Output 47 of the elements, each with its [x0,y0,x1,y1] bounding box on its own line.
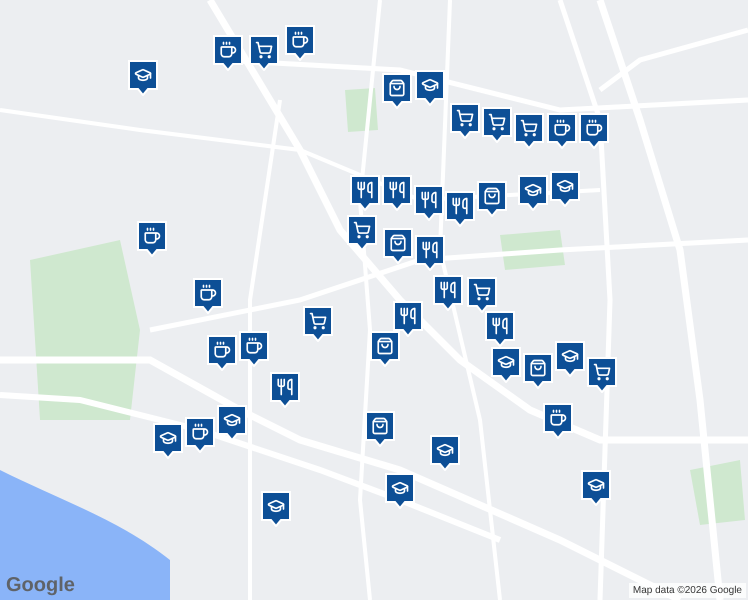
graduation-cap-icon [497,353,515,371]
graduation-cap-icon [421,76,439,94]
fork-knife-icon [356,181,374,199]
shopping-cart-icon [520,119,538,137]
shopping-cart-icon [255,41,273,59]
graduation-cap-icon [561,347,579,365]
coffee-cup-icon [585,119,603,137]
coffee-cup-icon [143,227,161,245]
graduation-cap-icon [524,181,542,199]
coffee-cup-icon [219,41,237,59]
shopping-cart-icon [456,109,474,127]
graduation-cap-icon [587,476,605,494]
map-logo: Google [6,575,75,595]
shopping-bag-icon [371,417,389,435]
shopping-cart-icon [473,283,491,301]
shopping-cart-icon [488,113,506,131]
fork-knife-icon [420,191,438,209]
coffee-cup-icon [291,31,309,49]
shopping-bag-icon [376,337,394,355]
coffee-cup-icon [553,119,571,137]
shopping-cart-icon [309,312,327,330]
fork-knife-icon [451,197,469,215]
shopping-bag-icon [388,79,406,97]
shopping-bag-icon [483,187,501,205]
coffee-cup-icon [199,284,217,302]
graduation-cap-icon [267,497,285,515]
graduation-cap-icon [436,441,454,459]
map-attribution: Map data ©2026 Google [628,583,746,598]
coffee-cup-icon [191,423,209,441]
graduation-cap-icon [556,177,574,195]
coffee-cup-icon [245,337,263,355]
coffee-cup-icon [213,341,231,359]
graduation-cap-icon [223,411,241,429]
fork-knife-icon [276,378,294,396]
graduation-cap-icon [134,66,152,84]
shopping-bag-icon [529,359,547,377]
coffee-cup-icon [549,409,567,427]
fork-knife-icon [439,281,457,299]
fork-knife-icon [491,317,509,335]
graduation-cap-icon [391,479,409,497]
fork-knife-icon [399,307,417,325]
shopping-bag-icon [389,234,407,252]
shopping-cart-icon [593,363,611,381]
shopping-cart-icon [353,221,371,239]
fork-knife-icon [421,241,439,259]
graduation-cap-icon [159,429,177,447]
fork-knife-icon [388,181,406,199]
